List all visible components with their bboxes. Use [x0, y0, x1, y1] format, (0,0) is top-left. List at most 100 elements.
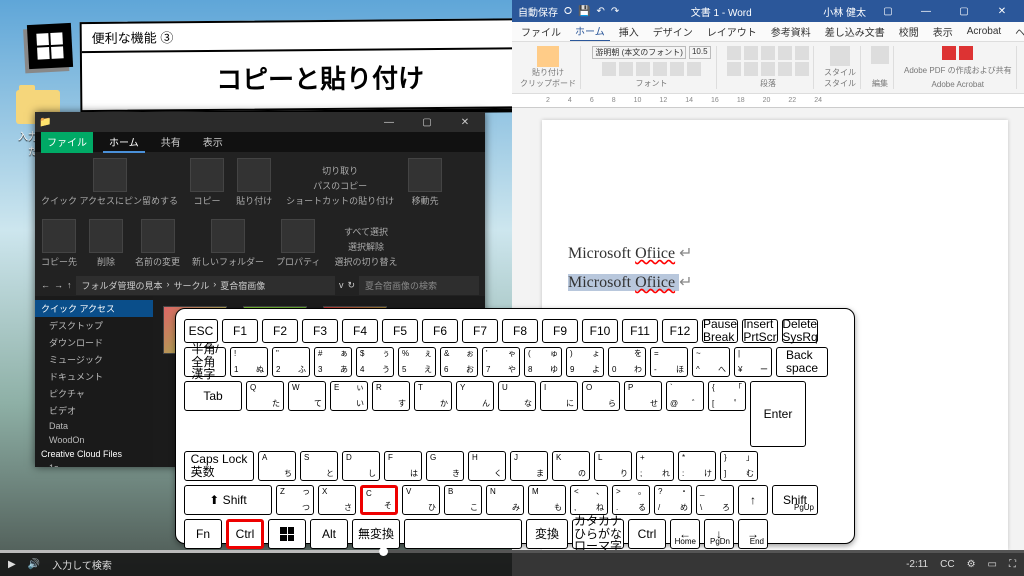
ribbon-rename[interactable]: 名前の変更 [135, 219, 180, 268]
key-f6[interactable]: F6 [422, 319, 458, 343]
search-chip[interactable]: 入力して検索 [52, 557, 112, 572]
tab-insert[interactable]: 挿入 [614, 22, 644, 41]
key-半角/-全角-漢字[interactable]: 半角/全角漢字 [184, 347, 226, 377]
close-button[interactable]: ✕ [449, 112, 481, 132]
key-l[interactable]: Lり [594, 451, 632, 481]
key-y[interactable]: Yん [456, 381, 494, 411]
key-caps-lock-英数[interactable]: Caps Lock英数 [184, 451, 254, 481]
key-n[interactable]: Nみ [486, 485, 524, 515]
key-pause-break[interactable]: PauseBreak [702, 319, 738, 343]
key-_[interactable]: _\ろ [696, 485, 734, 515]
key-f10[interactable]: F10 [582, 319, 618, 343]
key-`[interactable]: `@゛ [666, 381, 704, 411]
sidebar-item[interactable]: デスクトップ [35, 317, 153, 334]
key-0[interactable]: を0わ [608, 347, 646, 377]
ribbon-styles[interactable]: スタイル スタイル [820, 46, 861, 89]
key-p[interactable]: Pせ [624, 381, 662, 411]
key-e[interactable]: Eぃい [330, 381, 368, 411]
key-<[interactable]: <、,ね [570, 485, 608, 515]
sidebar-ccf[interactable]: Creative Cloud Files [35, 447, 153, 461]
key-&[interactable]: &ぉ6お [440, 347, 478, 377]
key-⬆-shift[interactable]: ⬆ Shift [184, 485, 272, 515]
ribbon-select-lines[interactable]: すべて選択 選択解除 選択の切り替え [333, 225, 400, 268]
minimize-button[interactable]: — [910, 6, 942, 17]
tab-file[interactable]: ファイル [41, 132, 93, 153]
key-t[interactable]: Tか [414, 381, 452, 411]
tab-mailings[interactable]: 差し込み文書 [820, 22, 890, 41]
sidebar-item[interactable]: ピクチャ [35, 385, 153, 402]
key-i[interactable]: Iに [540, 381, 578, 411]
sidebar-item[interactable]: ビデオ [35, 402, 153, 419]
maximize-button[interactable]: ▢ [411, 112, 443, 132]
ribbon-quick-access[interactable]: クイック アクセスにピン留めする [41, 158, 178, 207]
forward-button[interactable]: → [54, 280, 63, 290]
word-titlebar[interactable]: 自動保存 ⭘💾↶↷ 文書 1 - Word 小林 健太 ▢ — ▢ ✕ [512, 0, 1024, 22]
ribbon-edit[interactable]: 編集 [867, 46, 894, 89]
key-f9[interactable]: F9 [542, 319, 578, 343]
ribbon-moveto[interactable]: 移動先 [408, 158, 442, 207]
key-esc[interactable]: ESC [184, 319, 218, 343]
key-enter[interactable]: Enter [750, 381, 806, 447]
key->[interactable]: >。.る [612, 485, 650, 515]
key-h[interactable]: Hく [468, 451, 506, 481]
ribbon-properties[interactable]: プロパティ [276, 219, 320, 268]
word-username[interactable]: 小林 健太 [823, 4, 866, 19]
key-f[interactable]: Fは [384, 451, 422, 481]
key-}[interactable]: }」]む [720, 451, 758, 481]
ribbon-clipboard[interactable]: 貼り付け クリップボード [516, 46, 581, 89]
ribbon-paste[interactable]: 貼り付け [236, 158, 272, 207]
tab-file[interactable]: ファイル [516, 22, 566, 41]
key-無変換[interactable]: 無変換 [352, 519, 400, 549]
key-v[interactable]: Vひ [402, 485, 440, 515]
key-q[interactable]: Qた [246, 381, 284, 411]
key-'[interactable]: 'ゃ7や [482, 347, 520, 377]
key-tab[interactable]: Tab [184, 381, 242, 411]
up-button[interactable]: ↑ [67, 280, 72, 290]
key-f5[interactable]: F5 [382, 319, 418, 343]
key-w[interactable]: Wて [288, 381, 326, 411]
key-→[interactable]: →End [738, 519, 768, 549]
key-![interactable]: !1ぬ [230, 347, 268, 377]
key-c[interactable]: Cそ [360, 485, 398, 515]
fullscreen-button[interactable]: ⛶ [1009, 559, 1016, 570]
key-f1[interactable]: F1 [222, 319, 258, 343]
key-*[interactable]: *:け [678, 451, 716, 481]
key-"[interactable]: "2ふ [272, 347, 310, 377]
tab-references[interactable]: 参考資料 [766, 22, 816, 41]
key-%[interactable]: %ぇ5え [398, 347, 436, 377]
explorer-titlebar[interactable]: 📁 — ▢ ✕ [35, 112, 485, 132]
key-f2[interactable]: F2 [262, 319, 298, 343]
close-button[interactable]: ✕ [986, 6, 1018, 17]
tab-home[interactable]: ホーム [103, 132, 145, 153]
search-input[interactable]: 夏合宿画像の検索 [359, 276, 479, 295]
key-win[interactable] [268, 519, 306, 549]
key-f12[interactable]: F12 [662, 319, 698, 343]
key-ctrl-right[interactable]: Ctrl [628, 519, 666, 549]
key-?[interactable]: ?・/め [654, 485, 692, 515]
key-b[interactable]: Bこ [444, 485, 482, 515]
key-d[interactable]: Dし [342, 451, 380, 481]
ribbon-font[interactable]: 游明朝 (本文のフォント)10.5 フォント [587, 46, 717, 89]
tab-help[interactable]: ヘルプ [1010, 22, 1024, 41]
key-s[interactable]: Sと [300, 451, 338, 481]
key-back-space[interactable]: Backspace [776, 347, 828, 377]
key-a[interactable]: Aち [258, 451, 296, 481]
volume-button[interactable]: 🔊 [28, 559, 40, 570]
key-x[interactable]: Xさ [318, 485, 356, 515]
key-u[interactable]: Uな [498, 381, 536, 411]
key-shift[interactable]: ShiftPgUp [772, 485, 818, 515]
sidebar-item[interactable]: ミュージック [35, 351, 153, 368]
word-ruler[interactable]: 24681012141618202224 [512, 94, 1024, 108]
sidebar-quick-access[interactable]: クイック アクセス [35, 300, 153, 317]
key-~[interactable]: ~^へ [692, 347, 730, 377]
key-k[interactable]: Kの [552, 451, 590, 481]
ribbon-clipboard-lines[interactable]: 切り取り パスのコピー ショートカットの貼り付け [284, 164, 396, 207]
key-)[interactable]: )ょ9よ [566, 347, 604, 377]
sidebar-item[interactable]: ダウンロード [35, 334, 153, 351]
autosave-toggle[interactable]: 自動保存 [518, 4, 558, 19]
key-ctrl-left[interactable]: Ctrl [226, 519, 264, 549]
key-↑[interactable]: ↑ [738, 485, 768, 515]
ribbon-copyto[interactable]: コピー先 [41, 219, 77, 268]
tab-review[interactable]: 校閲 [894, 22, 924, 41]
key-#[interactable]: #ぁ3あ [314, 347, 352, 377]
